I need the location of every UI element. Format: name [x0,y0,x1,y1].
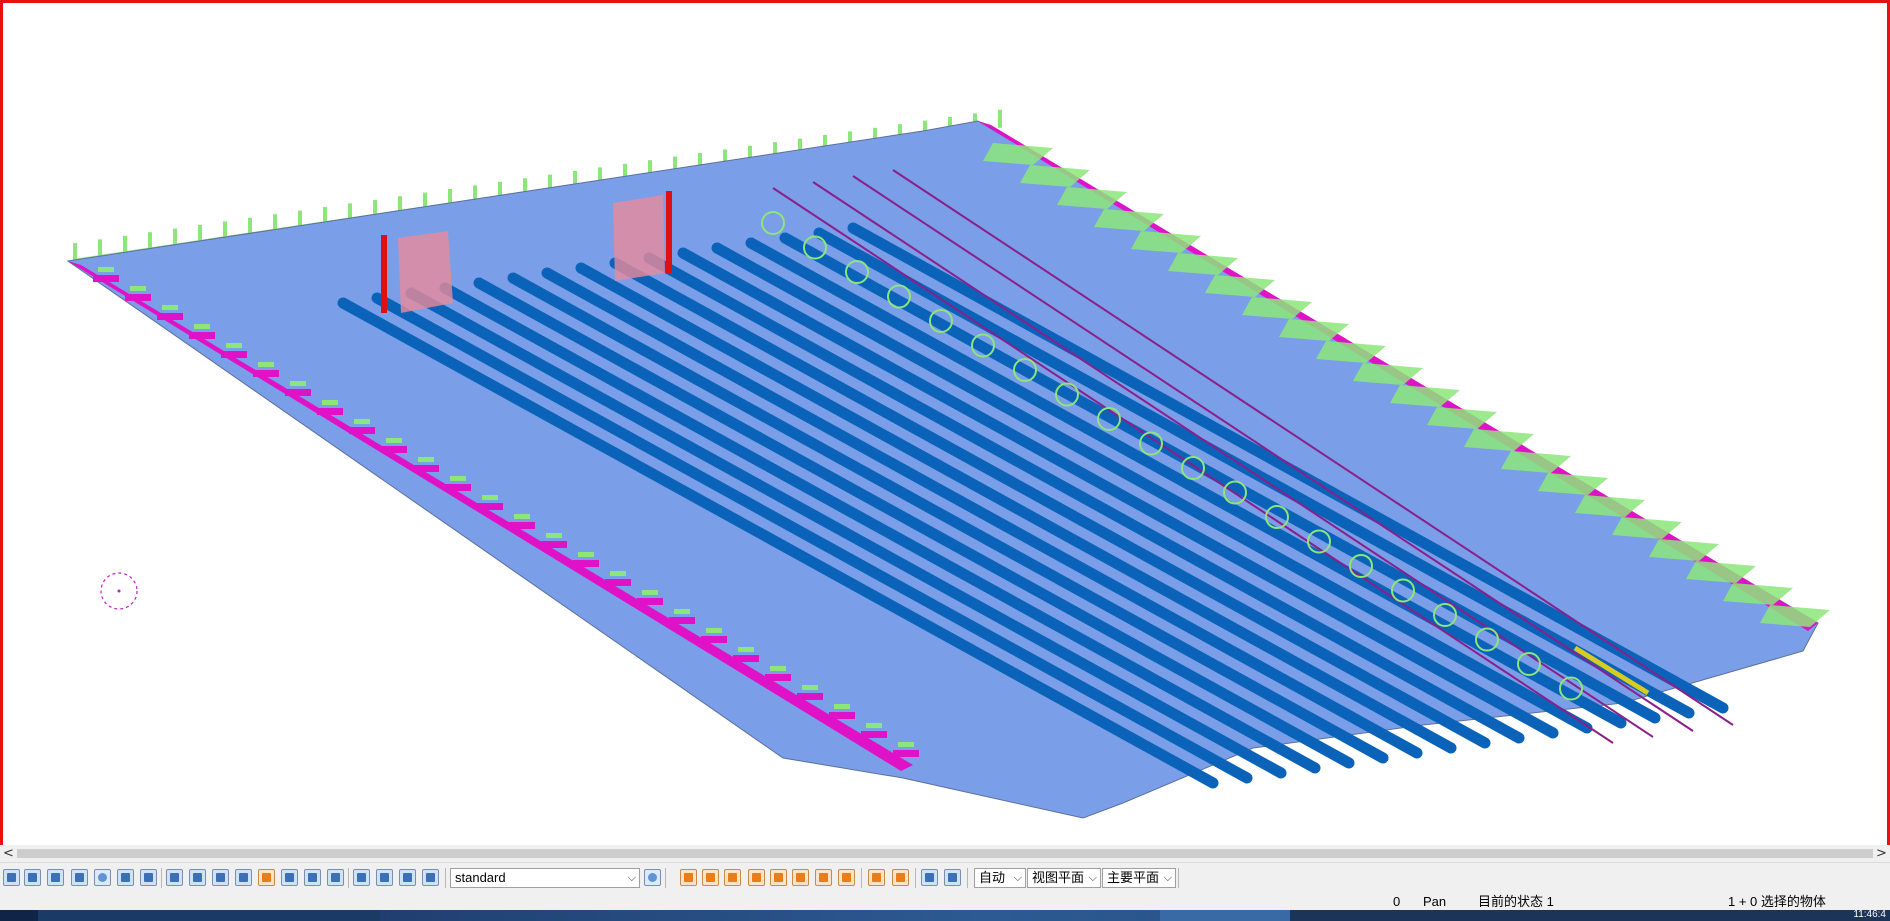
main-plane-select[interactable]: 主要平面 ⌵ [1102,868,1176,888]
scroll-left-icon[interactable]: < [0,845,17,862]
chevron-down-icon: ⌵ [1088,871,1097,884]
bottom-toolbar: standard ⌵ 自动 ⌵ 视图平面 ⌵ 主要平面 ⌵ [0,862,1890,892]
scroll-right-icon[interactable]: > [1873,845,1890,862]
select-object-icon[interactable] [94,869,111,886]
view-plane-select-value: 视图平面 [1032,870,1085,885]
snap-triangle-icon[interactable] [748,869,765,886]
snap-orange-1-icon[interactable] [680,869,697,886]
status-selection: 1 + 0 选择的物体 [1728,894,1826,909]
status-count: 0 [1393,894,1401,909]
render-component-icon[interactable] [944,869,961,886]
windows-taskbar: 11:46:4 [0,909,1890,921]
snap-center-icon[interactable] [258,869,275,886]
snap-perpendicular-icon[interactable] [792,869,809,886]
style-select[interactable]: standard ⌵ [450,868,640,888]
select-pointer-icon[interactable] [3,869,20,886]
view-fit-icon[interactable] [353,869,370,886]
snap-plane-icon[interactable] [212,869,229,886]
snap-line-icon[interactable] [189,869,206,886]
apply-filter-icon[interactable] [644,869,661,886]
render-part-icon[interactable] [921,869,938,886]
snap-point-icon[interactable] [166,869,183,886]
snap-check-icon[interactable] [838,869,855,886]
main-plane-select-value: 主要平面 [1107,870,1160,885]
style-select-value: standard [455,870,506,885]
snap-midpoint-icon[interactable] [304,869,321,886]
status-current-state: 目前的状态 1 [1478,894,1554,909]
taskbar-clock: 11:46:4 [1853,909,1886,920]
snap-circle-icon[interactable] [724,869,741,886]
ship-hull-3d-model[interactable] [3,3,1887,845]
horizontal-scrollbar[interactable]: < > [0,845,1890,862]
snap-grid-icon[interactable] [235,869,252,886]
snap-hourglass-icon[interactable] [868,869,885,886]
select-component-icon[interactable] [47,869,64,886]
chevron-down-icon: ⌵ [627,871,636,884]
start-button[interactable] [0,910,38,921]
auto-select[interactable]: 自动 ⌵ [974,868,1026,888]
snap-edge-icon[interactable] [327,869,344,886]
view-clip-icon[interactable] [422,869,439,886]
view-rotate-icon[interactable] [376,869,393,886]
status-mode: Pan [1423,894,1447,909]
snap-orange-2-icon[interactable] [702,869,719,886]
snap-free-icon[interactable] [815,869,832,886]
scrollbar-thumb[interactable] [17,849,1873,858]
view-zoom-icon[interactable] [399,869,416,886]
snap-end-icon[interactable] [281,869,298,886]
model-viewport[interactable] [0,0,1890,845]
snap-arrow-icon[interactable] [892,869,909,886]
chevron-down-icon: ⌵ [1163,871,1172,884]
crosshair-circle-icon [100,572,138,610]
select-grid-icon[interactable] [117,869,134,886]
select-part-icon[interactable] [24,869,41,886]
chevron-down-icon: ⌵ [1013,871,1022,884]
auto-select-value: 自动 [979,870,1006,885]
taskbar-app-active[interactable] [1160,910,1290,921]
snap-cross-icon[interactable] [770,869,787,886]
select-assembly-icon[interactable] [71,869,88,886]
select-reference-icon[interactable] [140,869,157,886]
view-plane-select[interactable]: 视图平面 ⌵ [1027,868,1101,888]
